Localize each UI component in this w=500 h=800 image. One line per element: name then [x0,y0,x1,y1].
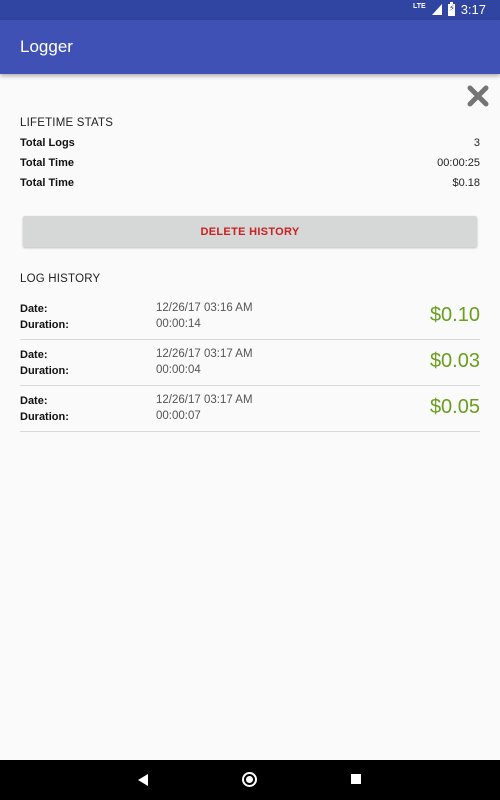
log-cost: $0.10 [429,304,480,326]
log-duration: 00:00:04 [156,364,201,376]
home-icon[interactable] [242,772,257,787]
date-label: Date: [20,303,48,315]
stat-row-total-cost: Total Time $0.18 [20,177,480,197]
duration-label: Duration: [20,365,69,377]
log-cost: $0.05 [429,396,480,418]
log-item: Date: Duration: 12/26/17 03:17 AM 00:00:… [20,340,480,386]
status-time: 3:17 [460,2,486,17]
duration-label: Duration: [20,319,69,331]
log-item: Date: Duration: 12/26/17 03:16 AM 00:00:… [20,294,480,340]
close-icon[interactable] [464,82,492,110]
network-type: LTE [412,3,426,10]
log-item: Date: Duration: 12/26/17 03:17 AM 00:00:… [20,386,480,432]
navigation-bar [0,760,500,800]
date-label: Date: [20,395,48,407]
app-bar: Logger [0,20,500,74]
signal-icon [431,4,442,15]
battery-icon: ⚡ [447,1,455,16]
delete-history-button[interactable]: DELETE HISTORY [23,216,477,247]
duration-label: Duration: [20,411,69,423]
stat-value: 00:00:25 [437,157,480,169]
stat-value: $0.18 [452,177,480,189]
log-history-list: Date: Duration: 12/26/17 03:16 AM 00:00:… [20,294,480,432]
stat-label: Total Logs [20,137,75,149]
log-duration: 00:00:07 [156,410,201,422]
log-date: 12/26/17 03:17 AM [156,348,253,360]
log-duration: 00:00:14 [156,318,201,330]
app-title: Logger [20,37,73,56]
stat-row-total-time: Total Time 00:00:25 [20,157,480,177]
log-history-title: LOG HISTORY [20,273,101,285]
stat-value: 3 [473,137,480,149]
status-bar: LTE ⚡ 3:17 [0,0,500,20]
lifetime-stats-title: LIFETIME STATS [20,117,114,129]
back-icon[interactable] [138,774,148,786]
log-cost: $0.03 [429,350,480,372]
stat-label: Total Time [20,177,74,189]
log-date: 12/26/17 03:17 AM [156,394,253,406]
log-date: 12/26/17 03:16 AM [156,302,253,314]
recents-icon[interactable] [351,774,361,784]
stat-row-total-logs: Total Logs 3 [20,137,480,157]
stat-label: Total Time [20,157,74,169]
date-label: Date: [20,349,48,361]
